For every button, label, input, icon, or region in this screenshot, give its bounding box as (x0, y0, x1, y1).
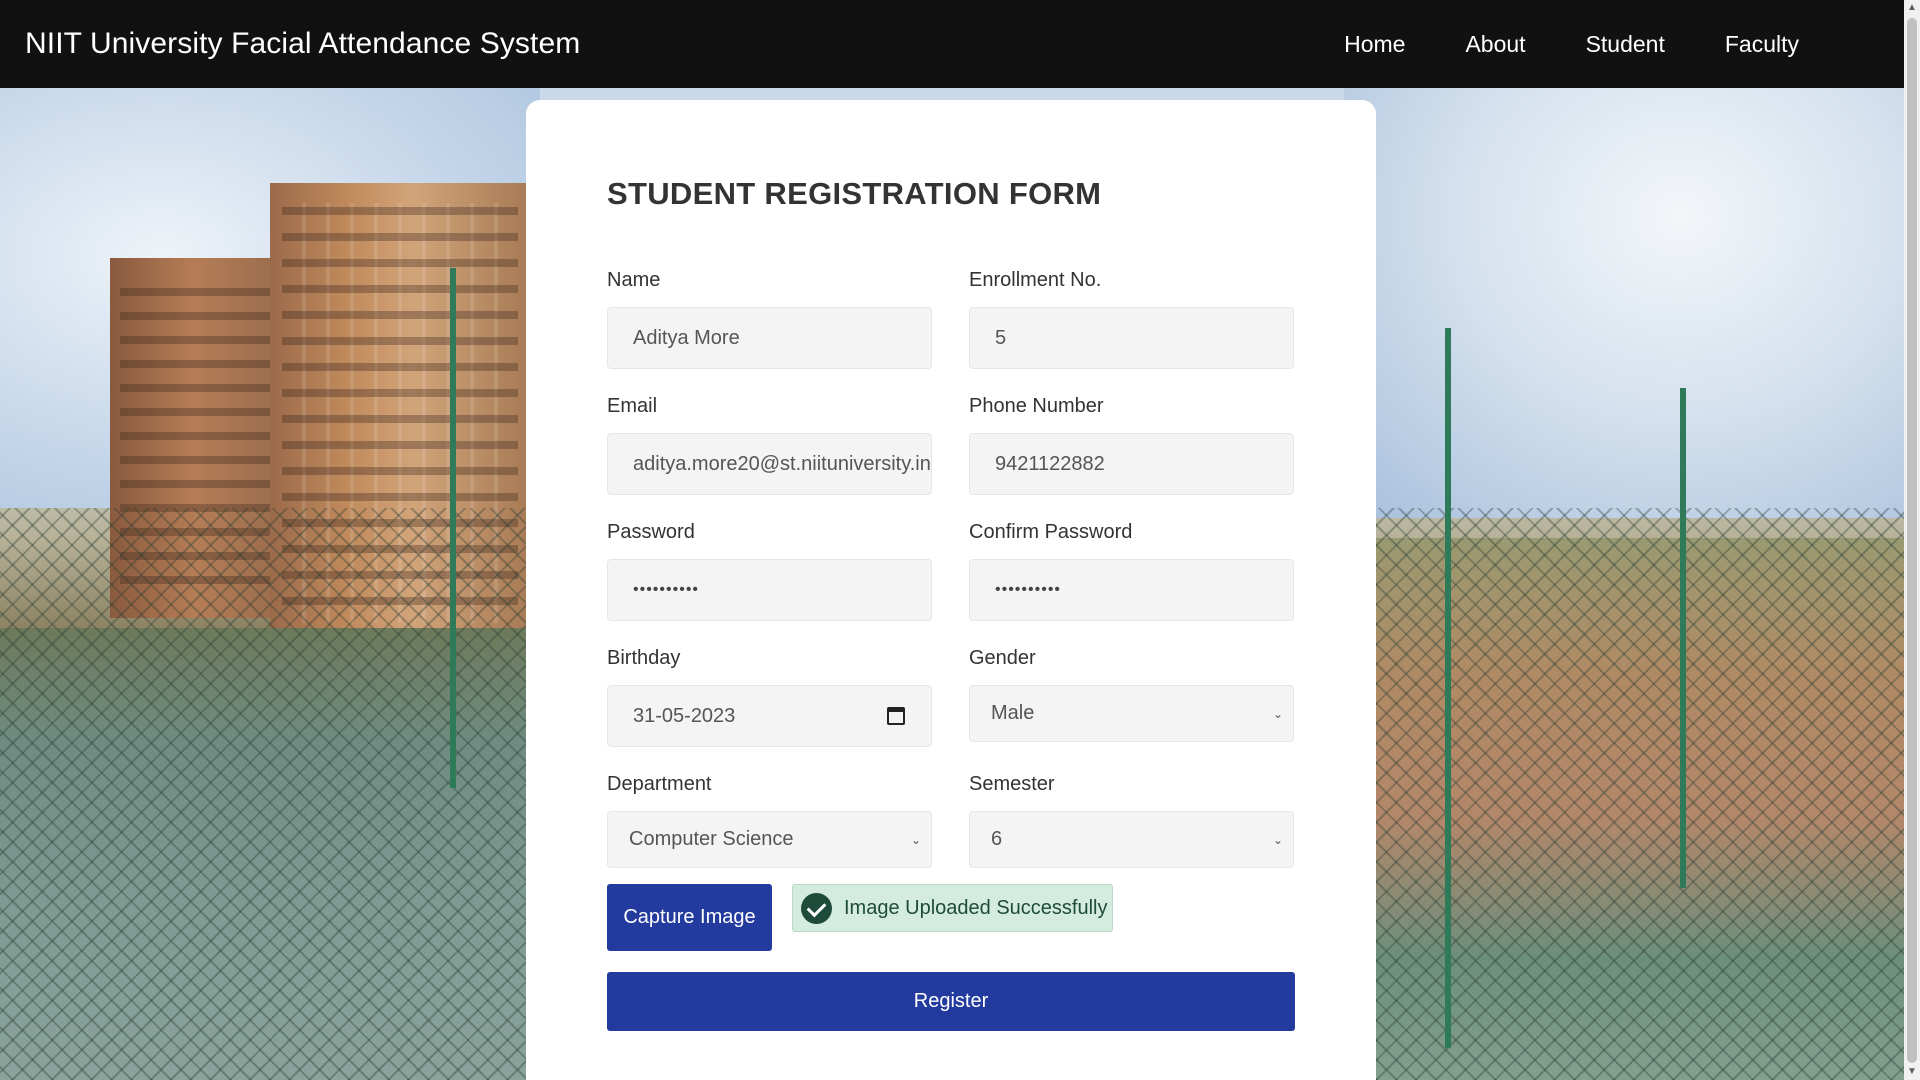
department-value: Computer Science (629, 828, 794, 850)
upload-status-badge: Image Uploaded Successfully (792, 884, 1113, 932)
phone-label: Phone Number (969, 395, 1104, 417)
capture-image-button[interactable]: Capture Image (607, 884, 772, 951)
semester-label: Semester (969, 773, 1055, 795)
gender-select[interactable]: Male ⌄ (969, 685, 1294, 742)
name-field-group: Name Aditya More (607, 269, 932, 369)
nav-about-link[interactable]: About (1465, 31, 1525, 58)
phone-field-group: Phone Number 9421122882 (969, 395, 1294, 495)
gender-field-group: Gender Male ⌄ (969, 647, 1294, 742)
form-title: STUDENT REGISTRATION FORM (607, 176, 1102, 211)
enrollment-label: Enrollment No. (969, 269, 1102, 291)
semester-select[interactable]: 6 ⌄ (969, 811, 1294, 868)
register-button[interactable]: Register (607, 972, 1295, 1031)
brand-title[interactable]: NIIT University Facial Attendance System (25, 27, 580, 61)
department-field-group: Department Computer Science ⌄ (607, 773, 932, 868)
phone-input[interactable]: 9421122882 (969, 433, 1294, 495)
name-label: Name (607, 269, 661, 291)
password-label: Password (607, 521, 695, 543)
department-label: Department (607, 773, 712, 795)
enrollment-input[interactable]: 5 (969, 307, 1294, 369)
scrollbar-thumb[interactable] (1907, 18, 1917, 1063)
email-label: Email (607, 395, 658, 417)
calendar-icon[interactable] (887, 707, 905, 725)
chevron-down-icon: ⌄ (1272, 832, 1283, 847)
nav-faculty-link[interactable]: Faculty (1725, 31, 1799, 58)
birthday-field-group: Birthday 31-05-2023 (607, 647, 932, 747)
registration-card: STUDENT REGISTRATION FORM Name Aditya Mo… (526, 100, 1376, 1080)
scroll-down-icon[interactable]: ▼ (1904, 1064, 1920, 1080)
page-scrollbar[interactable]: ▲ ▼ (1904, 0, 1920, 1080)
chevron-down-icon: ⌄ (1272, 706, 1283, 721)
nav-home-link[interactable]: Home (1344, 31, 1405, 58)
email-input[interactable]: aditya.more20@st.niituniversity.in (607, 433, 932, 495)
navbar: NIIT University Facial Attendance System… (0, 0, 1904, 88)
birthday-label: Birthday (607, 647, 681, 669)
password-field-group: Password •••••••••• (607, 521, 932, 621)
check-circle-icon (801, 892, 832, 924)
password-input[interactable]: •••••••••• (607, 559, 932, 621)
nav-student-link[interactable]: Student (1586, 31, 1665, 58)
gender-label: Gender (969, 647, 1036, 669)
name-input[interactable]: Aditya More (607, 307, 932, 369)
department-select[interactable]: Computer Science ⌄ (607, 811, 932, 868)
nav-links: Home About Student Faculty (1284, 0, 1799, 88)
birthday-value: 31-05-2023 (633, 704, 736, 727)
gender-value: Male (991, 702, 1035, 724)
birthday-input[interactable]: 31-05-2023 (607, 685, 932, 747)
semester-value: 6 (991, 828, 1003, 850)
upload-status-text: Image Uploaded Successfully (844, 896, 1108, 919)
email-field-group: Email aditya.more20@st.niituniversity.in (607, 395, 932, 495)
scroll-up-icon[interactable]: ▲ (1904, 0, 1920, 16)
confirm-password-label: Confirm Password (969, 521, 1133, 543)
confirm-password-field-group: Confirm Password •••••••••• (969, 521, 1294, 621)
chevron-down-icon: ⌄ (910, 832, 921, 847)
confirm-password-input[interactable]: •••••••••• (969, 559, 1294, 621)
semester-field-group: Semester 6 ⌄ (969, 773, 1294, 868)
enrollment-field-group: Enrollment No. 5 (969, 269, 1294, 369)
